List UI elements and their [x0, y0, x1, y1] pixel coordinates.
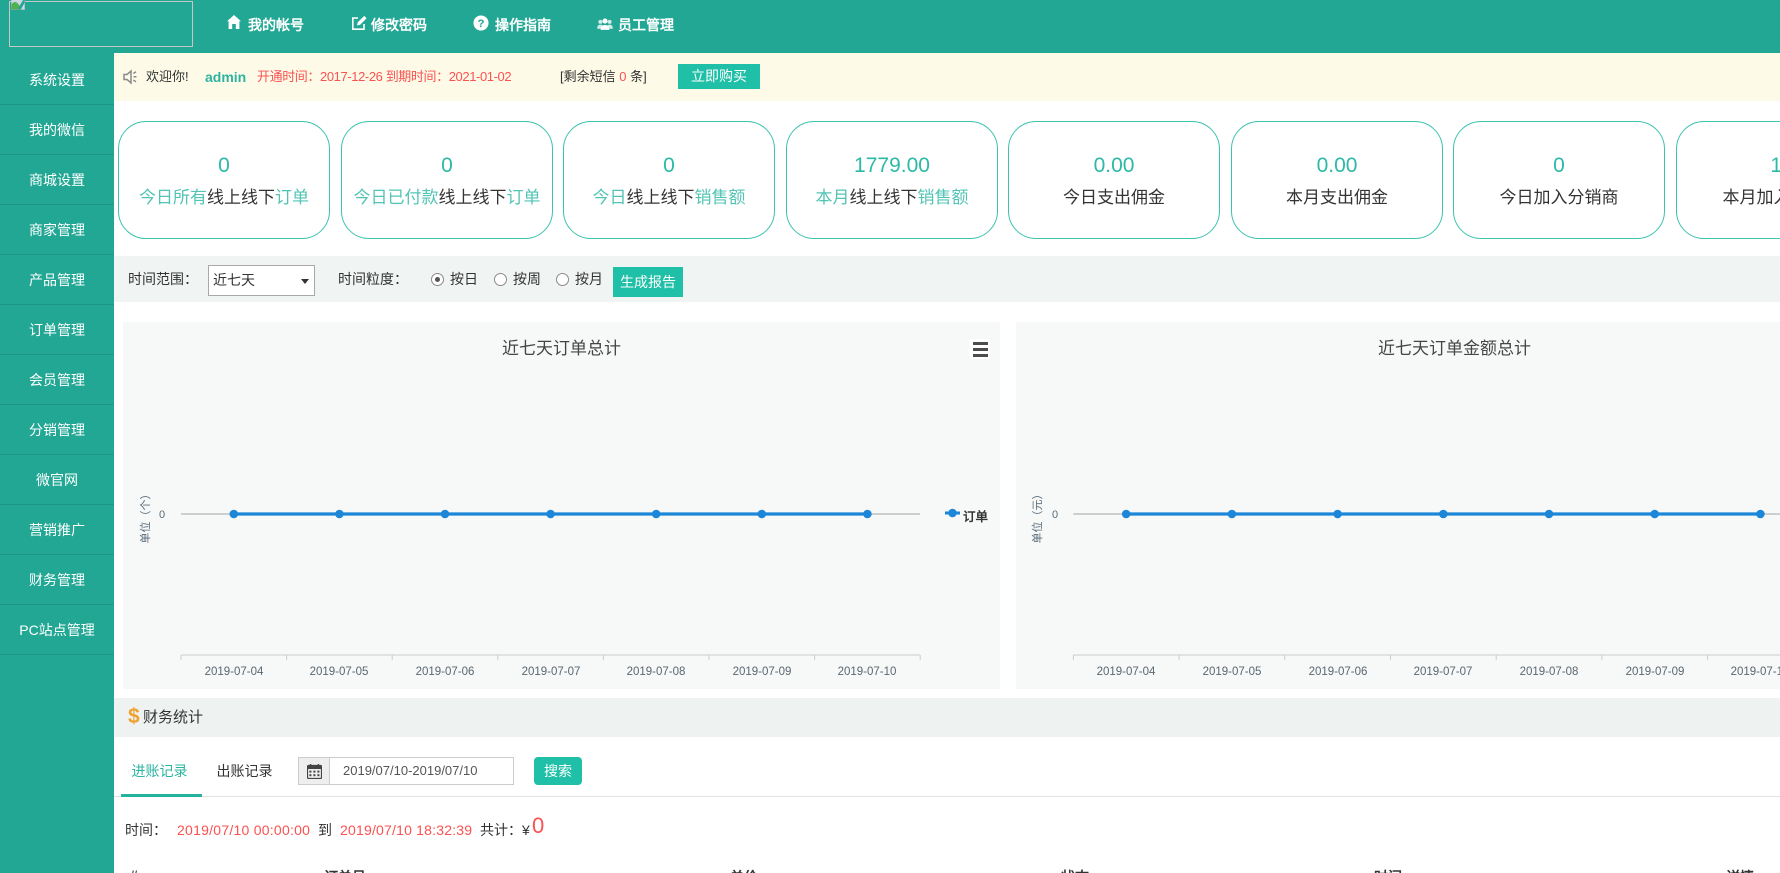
svg-text:?: ?	[478, 18, 485, 30]
